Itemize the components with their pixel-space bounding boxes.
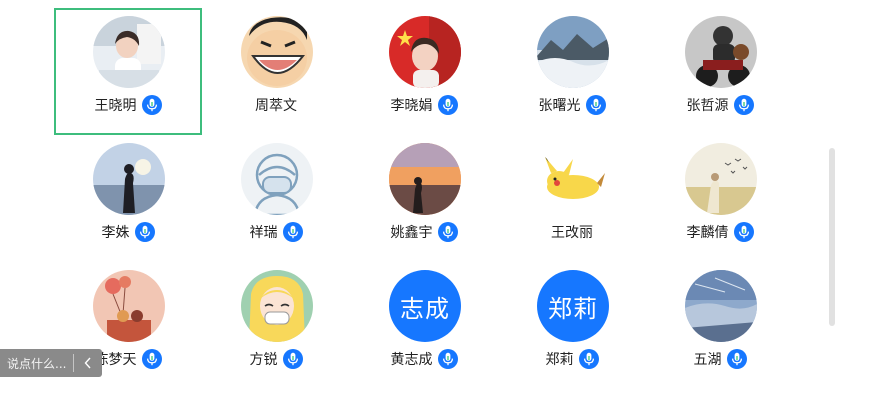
sunset-silhouette-avatar (389, 143, 461, 215)
participant-tile[interactable]: 李姝 (54, 135, 202, 262)
participant-tile[interactable]: 王改丽 (498, 135, 646, 262)
participant-name-row: 李麟倩 (648, 221, 792, 243)
girl-flag-photo-avatar (389, 16, 461, 88)
microphone-icon[interactable] (585, 95, 606, 115)
text-avatar: 志成 (389, 270, 461, 342)
participant-tile[interactable]: 祥瑞 (202, 135, 350, 262)
comment-input-placeholder[interactable]: 说点什么... (0, 355, 73, 372)
participant-tile[interactable]: 李晓娟 (350, 8, 498, 135)
pikachu-avatar (537, 143, 609, 215)
participant-tile[interactable]: 李麟倩 (646, 135, 794, 262)
participant-name-row: 郑莉 (500, 348, 644, 370)
participant-grid: 王晓明 周萃文 李晓娟 张曙光 张哲源 李姝 祥瑞 姚鑫宇 王改丽 李麟倩 陈梦… (54, 8, 794, 389)
participant-tile[interactable]: 王晓明 (54, 8, 202, 135)
microphone-icon[interactable] (733, 95, 754, 115)
participant-name: 黄志成 (390, 352, 433, 368)
microphone-icon[interactable] (437, 95, 458, 115)
microphone-icon[interactable] (437, 349, 458, 369)
motorcycle-bear-avatar (685, 16, 757, 88)
text-avatar: 郑莉 (537, 270, 609, 342)
mountain-sea-of-clouds-avatar (537, 16, 609, 88)
participant-name-row: 张哲源 (648, 94, 792, 116)
participant-name-row: 姚鑫宇 (352, 221, 496, 243)
microphone-icon[interactable] (437, 222, 458, 242)
participant-name: 王改丽 (551, 225, 593, 241)
microphone-icon[interactable] (141, 95, 162, 115)
participant-tile[interactable]: 方锐 (202, 262, 350, 389)
participant-name: 李麟倩 (686, 225, 729, 241)
participant-name: 张曙光 (538, 98, 581, 114)
participant-tile[interactable]: 郑莉 郑莉 (498, 262, 646, 389)
participant-name-row: 黄志成 (352, 348, 496, 370)
blue-sky-avatar (685, 270, 757, 342)
anime-girl-mask-avatar (241, 270, 313, 342)
participant-name: 李晓娟 (390, 98, 433, 114)
participant-tile[interactable]: 志成 黄志成 (350, 262, 498, 389)
microphone-icon[interactable] (282, 222, 303, 242)
participant-name: 祥瑞 (249, 225, 278, 241)
participant-name: 张哲源 (686, 98, 729, 114)
participant-name-row: 王改丽 (500, 221, 644, 243)
cartoon-laughing-avatar (241, 16, 313, 88)
participant-name-row: 方锐 (204, 348, 348, 370)
microphone-icon[interactable] (134, 222, 155, 242)
masked-figure-drawing-avatar (241, 143, 313, 215)
microphone-icon[interactable] (141, 349, 162, 369)
participant-name-row: 张曙光 (500, 94, 644, 116)
participant-name: 周萃文 (255, 98, 297, 114)
video-meeting-participant-panel: 王晓明 周萃文 李晓娟 张曙光 张哲源 李姝 祥瑞 姚鑫宇 王改丽 李麟倩 陈梦… (0, 0, 874, 408)
participant-name: 姚鑫宇 (390, 225, 433, 241)
participant-tile[interactable]: 张哲源 (646, 8, 794, 135)
participant-name: 五湖 (693, 352, 722, 368)
participant-name: 郑莉 (545, 352, 574, 368)
participant-name-row: 王晓明 (56, 94, 200, 116)
microphone-icon[interactable] (726, 349, 747, 369)
chevron-left-icon[interactable] (74, 349, 102, 377)
child-photo-avatar (93, 16, 165, 88)
participant-name-row: 李姝 (56, 221, 200, 243)
participant-name: 方锐 (249, 352, 278, 368)
microphone-icon[interactable] (733, 222, 754, 242)
participant-tile[interactable]: 张曙光 (498, 8, 646, 135)
participant-name: 王晓明 (94, 98, 137, 114)
participant-name-row: 五湖 (648, 348, 792, 370)
field-birds-avatar (685, 143, 757, 215)
comment-bar[interactable]: 说点什么... (0, 349, 102, 377)
participant-name-row: 周萃文 (204, 94, 348, 116)
participant-tile[interactable]: 姚鑫宇 (350, 135, 498, 262)
participant-name-row: 李晓娟 (352, 94, 496, 116)
microphone-icon[interactable] (282, 349, 303, 369)
seaside-silhouette-avatar (93, 143, 165, 215)
participant-name: 李姝 (101, 225, 130, 241)
participant-tile[interactable]: 五湖 (646, 262, 794, 389)
participant-name-row: 祥瑞 (204, 221, 348, 243)
microphone-icon[interactable] (578, 349, 599, 369)
balloon-illustration-avatar (93, 270, 165, 342)
scrollbar[interactable] (829, 148, 835, 326)
participant-tile[interactable]: 周萃文 (202, 8, 350, 135)
